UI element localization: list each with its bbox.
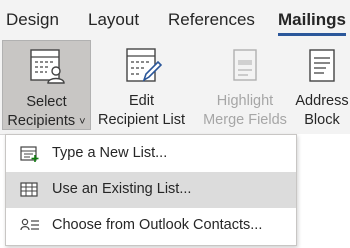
select-recipients-icon	[27, 47, 67, 92]
select-recipients-button[interactable]: Select Recipients ˅	[2, 40, 91, 130]
edit-list-icon	[122, 46, 162, 91]
edit-recipient-list-label-line1: Edit	[129, 93, 154, 109]
address-block-label-line1: Address	[295, 93, 349, 109]
menu-item-choose-outlook-contacts[interactable]: Choose from Outlook Contacts...	[6, 208, 296, 244]
highlight-merge-fields-label-line1: Highlight	[216, 93, 274, 109]
existing-list-icon	[20, 181, 40, 204]
highlight-merge-fields-label-line2: Merge Fields	[203, 112, 287, 128]
tab-layout[interactable]: Layout	[88, 10, 139, 30]
edit-recipient-list-label-line2: Recipient List	[97, 112, 186, 128]
outlook-contacts-icon	[20, 217, 40, 240]
menu-item-label: Type a New List...	[52, 145, 168, 161]
ribbon: Select Recipients ˅ Edit Recipient List	[0, 38, 350, 135]
chevron-down-icon: ˅	[79, 116, 86, 128]
select-recipients-label-line1: Select	[26, 94, 67, 110]
select-recipients-label-line2: Recipients ˅	[7, 113, 86, 129]
new-list-icon	[20, 145, 40, 168]
highlight-merge-fields-icon	[225, 46, 265, 91]
tab-design[interactable]: Design	[6, 10, 59, 30]
address-block-icon	[302, 46, 342, 91]
tab-references[interactable]: References	[168, 10, 255, 30]
menu-item-use-existing-list[interactable]: Use an Existing List...	[6, 172, 296, 208]
tab-mailings[interactable]: Mailings	[278, 10, 346, 30]
ribbon-tab-bar: Design Layout References Mailings	[0, 0, 350, 38]
menu-item-label: Choose from Outlook Contacts...	[52, 217, 263, 233]
address-block-label-line2: Block	[304, 112, 340, 128]
menu-item-label: Use an Existing List...	[52, 181, 192, 197]
menu-item-type-new-list[interactable]: Type a New List...	[6, 136, 296, 172]
select-recipients-dropdown: Type a New List... Use an Existing List.…	[5, 134, 297, 246]
highlight-merge-fields-button[interactable]: Highlight Merge Fields	[200, 40, 290, 130]
address-block-button[interactable]: Address Block	[294, 40, 350, 130]
active-tab-indicator	[278, 33, 346, 36]
edit-recipient-list-button[interactable]: Edit Recipient List	[92, 40, 191, 130]
document-area	[296, 134, 350, 248]
